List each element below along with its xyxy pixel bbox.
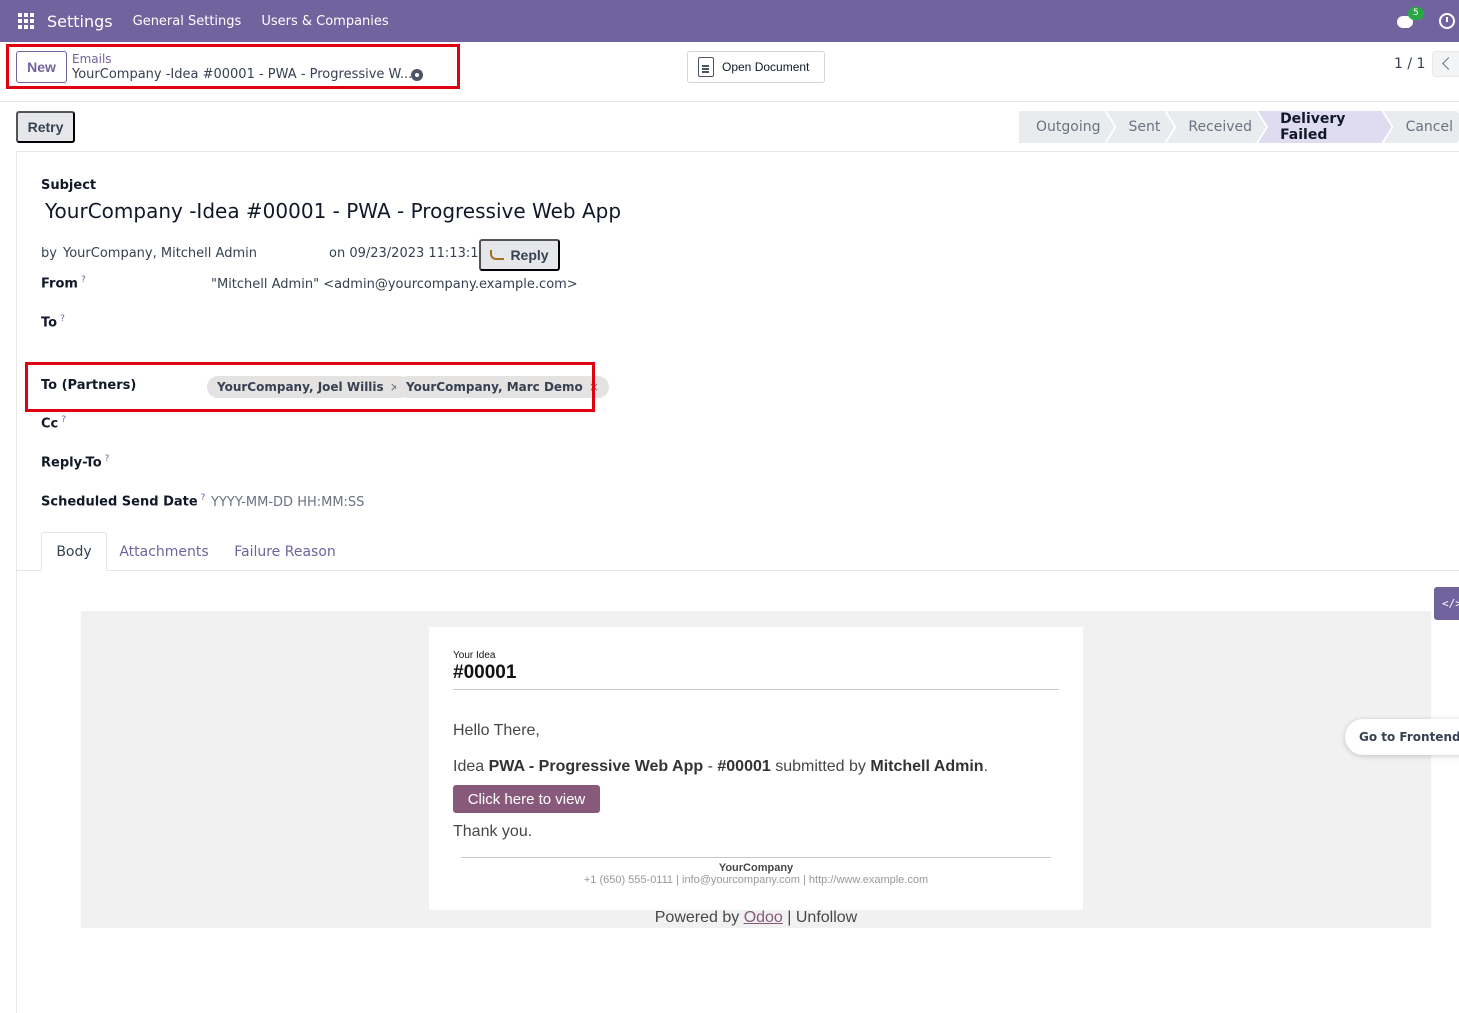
subject-label: Subject (41, 178, 97, 193)
stage-received[interactable]: Received (1166, 111, 1266, 143)
mail-divider (453, 689, 1059, 690)
reply-arrow-icon (490, 250, 505, 260)
mail-small-title: Your Idea (453, 650, 496, 661)
help-mark: ? (80, 275, 86, 285)
author-name[interactable]: YourCompany, Mitchell Admin (63, 246, 257, 261)
reply-to-label: Reply-To? (41, 454, 110, 471)
document-icon (698, 57, 714, 77)
go-to-frontend-button[interactable]: Go to Frontend (1345, 719, 1459, 755)
chevron-left-icon[interactable] (1432, 51, 1459, 77)
scheduled-date-label: Scheduled Send Date? (41, 493, 206, 510)
stage-cancel[interactable]: Cancel (1384, 111, 1459, 143)
status-bar: Outgoing Sent Received Delivery Failed C… (1019, 111, 1459, 143)
apps-grid-icon[interactable] (18, 13, 34, 29)
to-label: To? (41, 314, 65, 331)
odoo-link[interactable]: Odoo (744, 909, 783, 926)
mail-footer-divider (461, 857, 1051, 858)
mail-number: #00001 (453, 662, 517, 683)
mail-thanks: Thank you. (453, 823, 533, 840)
powered-by: Powered by Odoo | Unfollow (654, 909, 858, 926)
unfollow-link[interactable]: Unfollow (796, 909, 857, 926)
top-navbar: Settings General Settings Users & Compan… (0, 0, 1459, 42)
from-value[interactable]: "Mitchell Admin" <admin@yourcompany.exam… (211, 277, 578, 292)
reply-label: Reply (510, 247, 549, 263)
menu-users-companies[interactable]: Users & Companies (261, 14, 388, 29)
chat-icon[interactable]: 5 (1397, 7, 1424, 29)
message-date: on 09/23/2023 11:13:14 (329, 246, 487, 261)
open-document-label: Open Document (722, 60, 810, 74)
stage-delivery-failed[interactable]: Delivery Failed (1258, 111, 1392, 143)
highlight-breadcrumb (6, 44, 460, 89)
help-mark: ? (60, 314, 65, 324)
chat-badge: 5 (1408, 7, 1424, 20)
app-brand[interactable]: Settings (47, 12, 113, 31)
subject-value[interactable]: YourCompany -Idea #00001 - PWA - Progres… (45, 199, 621, 223)
help-mark: ? (61, 415, 67, 425)
by-prefix: by (41, 246, 57, 261)
stage-outgoing[interactable]: Outgoing (1019, 111, 1114, 143)
help-mark: ? (104, 454, 110, 464)
help-mark: ? (200, 493, 206, 503)
cc-label: Cc? (41, 415, 67, 432)
stage-sent[interactable]: Sent (1106, 111, 1174, 143)
highlight-partners (25, 362, 595, 412)
tab-failure-reason[interactable]: Failure Reason (226, 532, 344, 571)
menu-general-settings[interactable]: General Settings (133, 14, 242, 29)
mail-greeting: Hello There, (453, 722, 540, 739)
activity-clock-icon[interactable] (1439, 13, 1455, 29)
open-document-button[interactable]: Open Document (687, 51, 825, 83)
from-label: From? (41, 275, 86, 292)
tab-attachments[interactable]: Attachments (112, 532, 216, 571)
click-here-button[interactable]: Click here to view (453, 785, 600, 813)
tab-body[interactable]: Body (41, 532, 107, 571)
reply-button[interactable]: Reply (479, 239, 560, 271)
mail-company: YourCompany (718, 862, 794, 874)
mail-idea-line: Idea PWA - Progressive Web App - #00001 … (453, 758, 989, 775)
retry-button[interactable]: Retry (16, 111, 75, 143)
pager-value[interactable]: 1 / 1 (1394, 56, 1425, 72)
code-view-toggle[interactable]: </> (1434, 587, 1459, 620)
email-preview-card: Your Idea #00001 Hello There, Idea PWA -… (429, 627, 1083, 910)
scheduled-date-input[interactable]: YYYY-MM-DD HH:MM:SS (211, 495, 364, 510)
mail-contact: +1 (650) 555-0111 | info@yourcompany.com… (583, 874, 929, 886)
